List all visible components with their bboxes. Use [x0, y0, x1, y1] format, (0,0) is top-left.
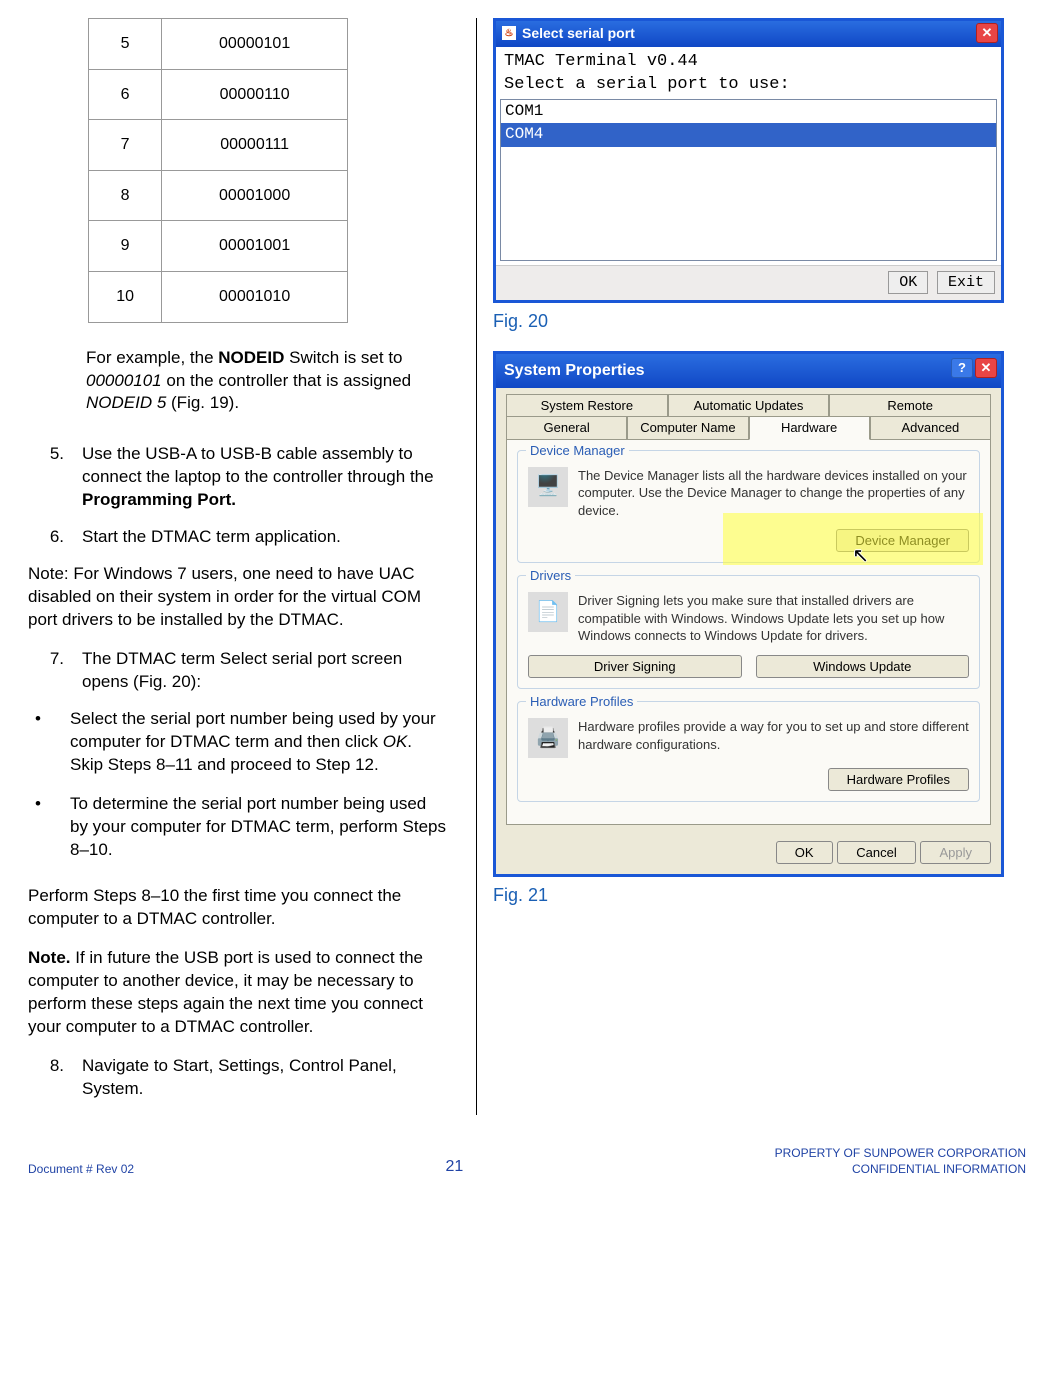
step-number: 6.: [28, 526, 82, 549]
footer-right-1: PROPERTY OF SUNPOWER CORPORATION: [775, 1145, 1026, 1161]
step-text: Start the DTMAC term application.: [82, 526, 448, 549]
device-manager-group: Device Manager 🖥️ The Device Manager lis…: [517, 450, 980, 564]
table-cell: 00000101: [162, 19, 348, 70]
dialog-title: System Properties: [504, 360, 645, 382]
footer-left: Document # Rev 02: [28, 1161, 134, 1177]
device-manager-button[interactable]: Device Manager: [836, 529, 969, 552]
close-button[interactable]: ✕: [975, 358, 997, 378]
terminal-line: Select a serial port to use:: [500, 74, 997, 97]
system-properties-dialog: System Properties ? ✕ System Restore Aut…: [493, 351, 1004, 877]
drivers-group: Drivers 📄 Driver Signing lets you make s…: [517, 575, 980, 689]
group-text: Hardware profiles provide a way for you …: [578, 718, 969, 758]
table-cell: 6: [89, 69, 162, 120]
terminal-line: TMAC Terminal v0.44: [500, 51, 997, 74]
hardware-profiles-group: Hardware Profiles 🖨️ Hardware profiles p…: [517, 701, 980, 802]
device-manager-icon: 🖥️: [528, 467, 568, 507]
page-footer: Document # Rev 02 21 PROPERTY OF SUNPOWE…: [28, 1145, 1026, 1177]
tab-remote[interactable]: Remote: [829, 394, 991, 418]
group-title: Drivers: [526, 567, 575, 585]
exit-button[interactable]: Exit: [937, 271, 995, 294]
tab-system-restore[interactable]: System Restore: [506, 394, 668, 418]
bullet-icon: •: [28, 793, 70, 862]
cancel-button[interactable]: Cancel: [837, 841, 915, 864]
windows-update-button[interactable]: Windows Update: [756, 655, 970, 678]
example-paragraph: For example, the NODEID Switch is set to…: [86, 347, 438, 416]
step-text: Navigate to Start, Settings, Control Pan…: [82, 1055, 448, 1101]
group-text: The Device Manager lists all the hardwar…: [578, 467, 969, 520]
ok-button[interactable]: OK: [888, 271, 928, 294]
java-icon: ♨: [502, 26, 516, 40]
driver-signing-button[interactable]: Driver Signing: [528, 655, 742, 678]
select-serial-port-dialog: ♨ Select serial port ✕ TMAC Terminal v0.…: [493, 18, 1004, 303]
table-cell: 00001010: [162, 271, 348, 322]
table-cell: 00000110: [162, 69, 348, 120]
apply-button[interactable]: Apply: [920, 841, 991, 864]
hardware-profiles-button[interactable]: Hardware Profiles: [828, 768, 969, 791]
step-number: 5.: [28, 443, 82, 512]
tab-general[interactable]: General: [506, 417, 627, 440]
note-text: Note: For Windows 7 users, one need to h…: [28, 563, 448, 632]
tab-computer-name[interactable]: Computer Name: [627, 417, 748, 440]
paragraph: Perform Steps 8–10 the first time you co…: [28, 885, 448, 931]
table-cell: 00001000: [162, 170, 348, 221]
nodeid-table: 500000101 600000110 700000111 800001000 …: [88, 18, 348, 323]
group-text: Driver Signing lets you make sure that i…: [578, 592, 969, 645]
bullet-text: To determine the serial port number bein…: [70, 793, 448, 862]
list-item[interactable]: COM4: [501, 123, 996, 147]
bullet-text: Select the serial port number being used…: [70, 708, 448, 777]
ok-button[interactable]: OK: [776, 841, 833, 864]
group-title: Device Manager: [526, 442, 629, 460]
table-cell: 8: [89, 170, 162, 221]
step-number: 7.: [28, 648, 82, 694]
page-number: 21: [445, 1158, 463, 1175]
figure-caption: Fig. 20: [493, 309, 1026, 333]
group-title: Hardware Profiles: [526, 693, 637, 711]
step-text: Use the USB-A to USB-B cable assembly to…: [82, 443, 448, 512]
table-cell: 7: [89, 120, 162, 171]
hardware-profiles-icon: 🖨️: [528, 718, 568, 758]
step-text: The DTMAC term Select serial port screen…: [82, 648, 448, 694]
help-button[interactable]: ?: [951, 358, 973, 378]
table-cell: 9: [89, 221, 162, 272]
serial-port-list[interactable]: COM1 COM4: [500, 99, 997, 261]
figure-caption: Fig. 21: [493, 883, 1026, 907]
list-item[interactable]: COM1: [501, 100, 996, 124]
table-cell: 10: [89, 271, 162, 322]
footer-right-2: CONFIDENTIAL INFORMATION: [775, 1161, 1026, 1177]
tab-advanced[interactable]: Advanced: [870, 417, 991, 440]
bullet-icon: •: [28, 708, 70, 777]
table-cell: 00001001: [162, 221, 348, 272]
table-cell: 00000111: [162, 120, 348, 171]
dialog-titlebar: System Properties ? ✕: [496, 351, 1001, 388]
dialog-title: Select serial port: [522, 24, 635, 43]
note-paragraph: Note. If in future the USB port is used …: [28, 947, 448, 1039]
dialog-titlebar: ♨ Select serial port ✕: [496, 21, 1001, 47]
tab-hardware[interactable]: Hardware: [749, 417, 870, 440]
table-cell: 5: [89, 19, 162, 70]
tab-automatic-updates[interactable]: Automatic Updates: [668, 394, 830, 418]
step-number: 8.: [28, 1055, 82, 1101]
close-button[interactable]: ✕: [976, 23, 998, 43]
drivers-icon: 📄: [528, 592, 568, 632]
